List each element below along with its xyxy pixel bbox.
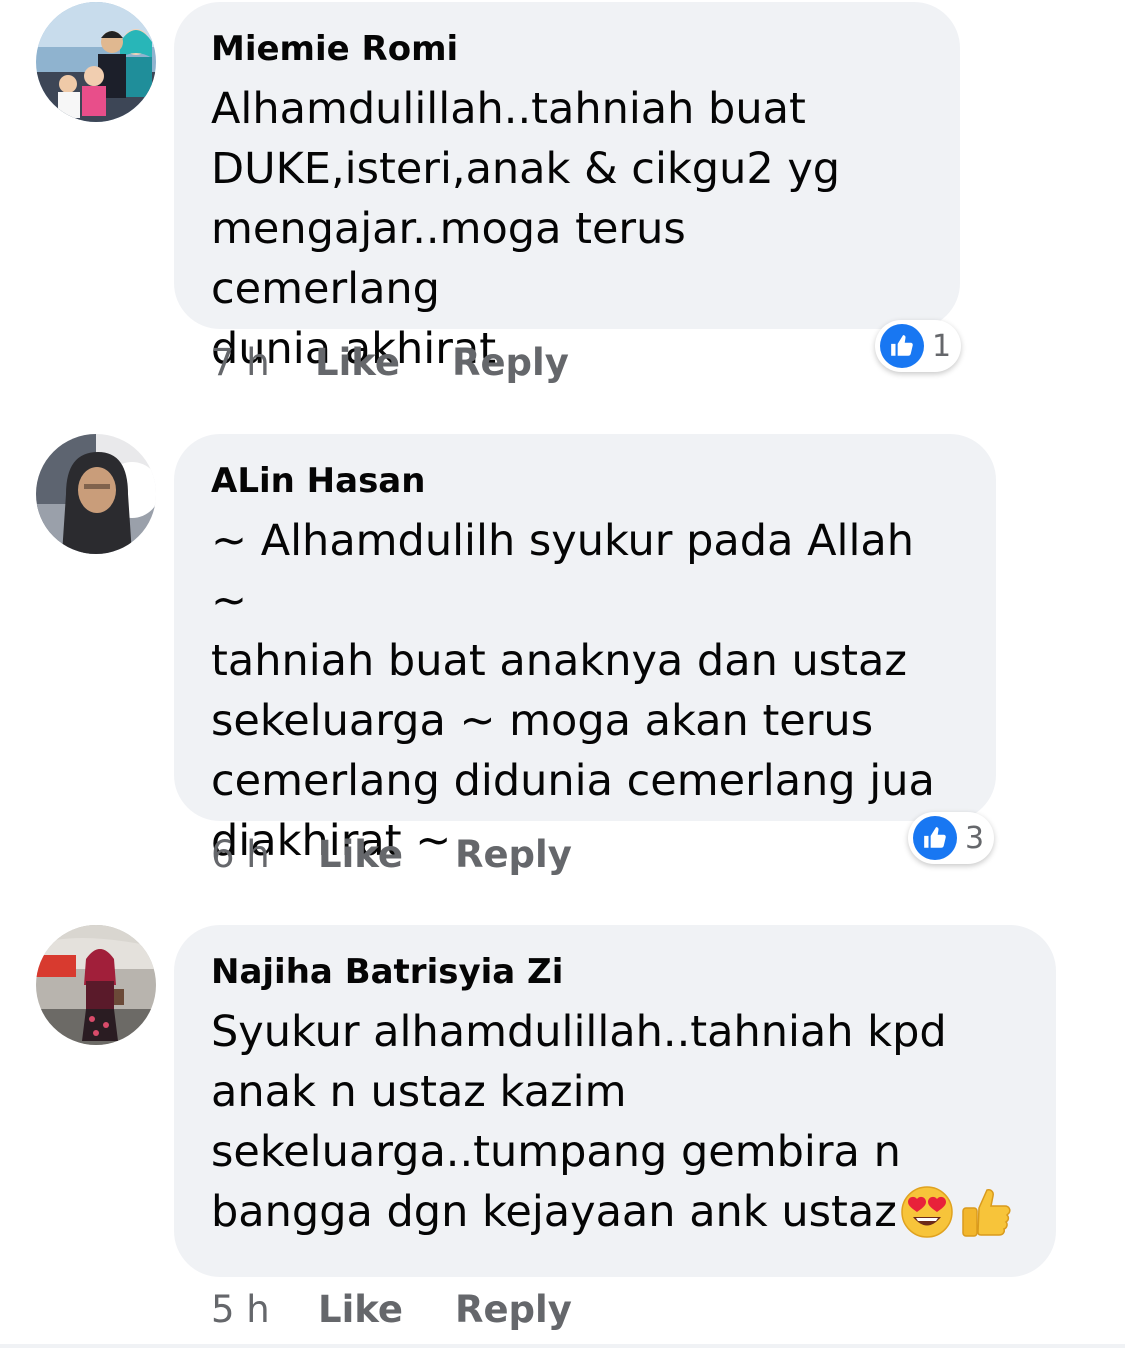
comment-timestamp[interactable]: 6 h	[211, 833, 318, 877]
comment-text: ~ Alhamdulilh syukur pada Allah ~ tahnia…	[211, 516, 935, 866]
comment-bubble: Najiha Batrisyia Zi Syukur alhamdulillah…	[174, 925, 1056, 1277]
reply-button[interactable]: Reply	[455, 1288, 572, 1332]
profile-photo-family	[36, 2, 156, 122]
thumbs-up-emoji	[957, 1184, 1013, 1240]
profile-photo-woman	[36, 434, 156, 554]
reply-button[interactable]: Reply	[452, 341, 569, 385]
heart-eyes-emoji	[899, 1184, 955, 1240]
avatar[interactable]	[36, 2, 156, 122]
avatar[interactable]	[36, 925, 156, 1045]
comment-text-body: Syukur alhamdulillah..tahniah kpd anak n…	[211, 1007, 947, 1237]
reaction-count: 1	[932, 328, 952, 364]
like-reaction-icon	[913, 816, 957, 860]
avatar[interactable]	[36, 434, 156, 554]
comment-text: Alhamdulillah..tahniah buat DUKE,isteri,…	[211, 84, 841, 374]
like-button[interactable]: Like	[315, 341, 400, 385]
comment-actions: 6 h Like Reply	[211, 833, 572, 877]
comment-timestamp[interactable]: 7 h	[211, 341, 315, 385]
divider	[0, 1344, 1125, 1348]
comment-bubble: ALin Hasan ~ Alhamdulilh syukur pada All…	[174, 434, 996, 866]
comment-actions: 7 h Like Reply	[211, 341, 569, 385]
comment-actions: 5 h Like Reply	[211, 1288, 572, 1332]
like-button[interactable]: Like	[318, 1288, 403, 1332]
like-reaction-icon	[880, 324, 924, 368]
reaction-summary[interactable]: 3	[908, 812, 995, 864]
reply-button[interactable]: Reply	[455, 833, 572, 877]
comment-author[interactable]: Najiha Batrisyia Zi	[211, 949, 1020, 995]
reaction-summary[interactable]: 1	[875, 320, 962, 372]
comment-bubble: Miemie Romi Alhamdulillah..tahniah buat …	[174, 2, 960, 374]
like-button[interactable]: Like	[318, 833, 403, 877]
comment-author[interactable]: ALin Hasan	[211, 458, 960, 504]
reaction-count: 3	[965, 820, 985, 856]
profile-photo-woman-airplane	[36, 925, 156, 1045]
comment-timestamp[interactable]: 5 h	[211, 1288, 318, 1332]
comment-text: Syukur alhamdulillah..tahniah kpd anak n…	[211, 1002, 1020, 1242]
comment-author[interactable]: Miemie Romi	[211, 26, 924, 72]
